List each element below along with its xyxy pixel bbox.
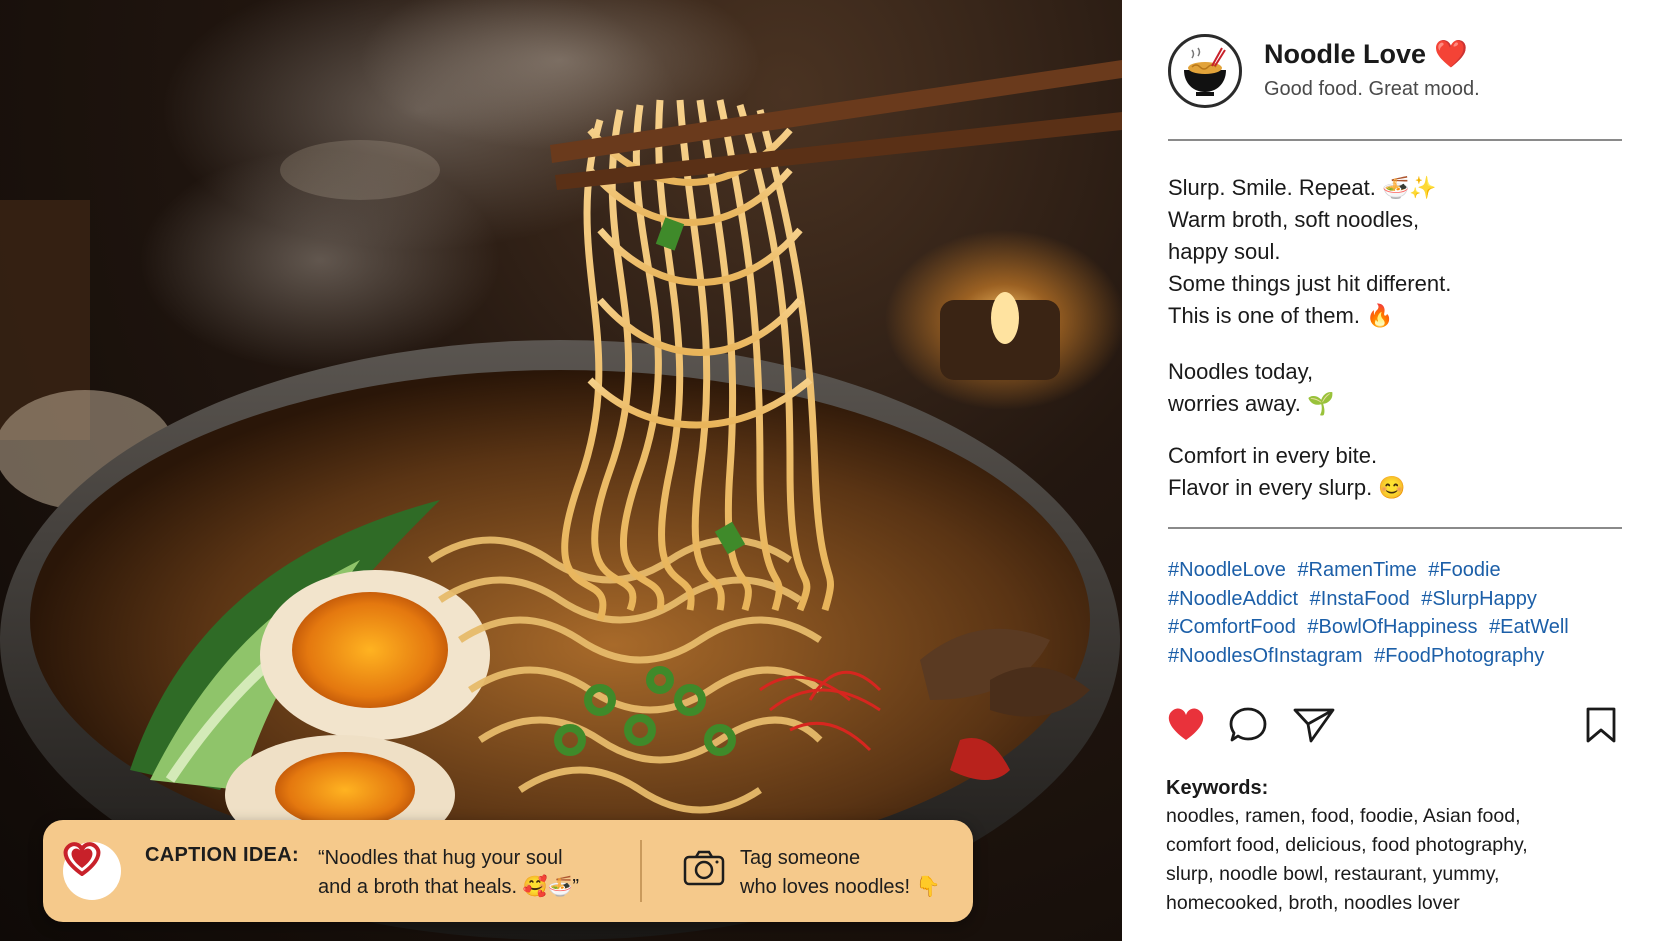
tag-someone-text: Tag someone who loves noodles! 👇: [740, 847, 941, 898]
post-panel: Noodle Love ❤️ Good food. Great mood. Slu…: [1122, 0, 1672, 941]
like-heart-icon[interactable]: [1166, 706, 1206, 747]
hashtag-link[interactable]: #NoodlesOfInstagram: [1168, 645, 1363, 667]
divider-middle: [1168, 527, 1622, 529]
hashtag-link[interactable]: #EatWell: [1489, 616, 1569, 638]
hashtag-link[interactable]: #SlurpHappy: [1421, 588, 1537, 610]
caption-line: Some things just hit different.: [1168, 271, 1452, 296]
bookmark-save-icon[interactable]: [1584, 706, 1618, 749]
hashtag-list: #NoodleLove #RamenTime #Foodie #NoodleAd…: [1168, 556, 1648, 670]
profile-name-text: Noodle Love: [1264, 39, 1427, 69]
comment-bubble-icon[interactable]: [1228, 706, 1268, 749]
keywords-text: noodles, ramen, food, foodie, Asian food…: [1166, 805, 1528, 914]
noodle-bowl-icon: [1184, 47, 1226, 96]
caption-paragraph-3: Comfort in every bite. Flavor in every s…: [1168, 440, 1406, 504]
paper-plane-share-icon[interactable]: [1292, 706, 1336, 749]
caption-idea-banner: CAPTION IDEA: “Noodles that hug your sou…: [43, 820, 973, 922]
post-actions: [1166, 706, 1626, 748]
hashtag-link[interactable]: #RamenTime: [1297, 559, 1416, 581]
caption-paragraph-1: Slurp. Smile. Repeat. 🍜✨ Warm broth, sof…: [1168, 172, 1451, 332]
hashtag-link[interactable]: #BowlOfHappiness: [1307, 616, 1477, 638]
hashtag-link[interactable]: #FoodPhotography: [1374, 645, 1544, 667]
profile-name[interactable]: Noodle Love ❤️: [1264, 38, 1468, 70]
caption-line: Flavor in every slurp. 😊: [1168, 475, 1406, 500]
hashtag-link[interactable]: #NoodleLove: [1168, 559, 1286, 581]
caption-idea-label: CAPTION IDEA:: [145, 844, 299, 866]
caption-line: Slurp. Smile. Repeat. 🍜✨: [1168, 175, 1437, 200]
caption-line: happy soul.: [1168, 239, 1281, 264]
caption-line: Comfort in every bite.: [1168, 443, 1378, 468]
hashtag-link[interactable]: #InstaFood: [1310, 588, 1410, 610]
food-photo: CAPTION IDEA: “Noodles that hug your sou…: [0, 0, 1122, 941]
caption-line: worries away. 🌱: [1168, 391, 1335, 416]
hashtag-link[interactable]: #Foodie: [1428, 559, 1500, 581]
divider-top: [1168, 139, 1622, 141]
caption-divider: [640, 840, 642, 902]
caption-paragraph-2: Noodles today, worries away. 🌱: [1168, 356, 1334, 420]
hashtag-link[interactable]: #NoodleAddict: [1168, 588, 1298, 610]
caption-line: Warm broth, soft noodles,: [1168, 207, 1420, 232]
caption-idea-text: “Noodles that hug your soul and a broth …: [318, 847, 580, 898]
profile-avatar[interactable]: [1168, 34, 1242, 108]
caption-line: Noodles today,: [1168, 359, 1314, 384]
keywords-title: Keywords:: [1166, 777, 1269, 799]
ramen-illustration: [0, 0, 1122, 940]
heart-emoji-icon: ❤️: [1434, 39, 1468, 69]
heart-badge-icon: [63, 842, 121, 900]
profile-tagline: Good food. Great mood.: [1264, 78, 1480, 100]
caption-line: This is one of them. 🔥: [1168, 303, 1394, 328]
hashtag-link[interactable]: #ComfortFood: [1168, 616, 1296, 638]
